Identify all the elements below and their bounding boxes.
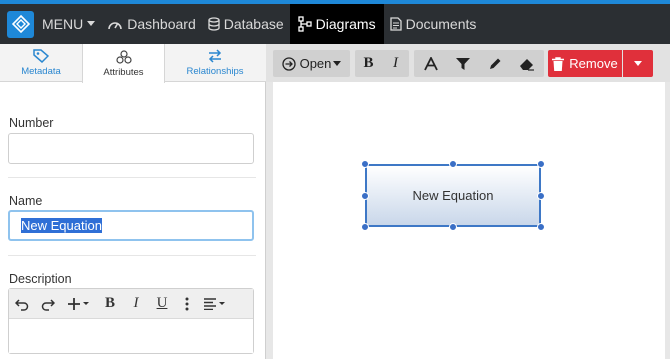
more-button[interactable]	[175, 289, 199, 319]
left-panel: Metadata Attributes Relationships Number…	[0, 44, 266, 359]
nav-diagrams-label: Diagrams	[315, 16, 376, 32]
logo-diamond-icon	[11, 15, 30, 33]
diagram-toolbar: Open B I Remove	[266, 44, 670, 82]
nav-database[interactable]: Database	[202, 4, 290, 44]
redo-button[interactable]	[35, 289, 61, 319]
undo-icon	[15, 298, 29, 311]
nav-documents[interactable]: Documents	[384, 4, 483, 44]
top-navbar: MENU Dashboard Database Diagrams Documen…	[0, 4, 670, 44]
insert-button[interactable]	[61, 289, 97, 319]
undo-button[interactable]	[9, 289, 35, 319]
logo[interactable]	[7, 10, 34, 38]
eraser-button[interactable]	[511, 57, 543, 71]
divider	[8, 255, 256, 256]
resize-handle[interactable]	[361, 192, 369, 200]
editor-toolbar: B I U	[9, 289, 253, 319]
name-input-value: New Equation	[21, 218, 102, 233]
pencil-icon	[490, 58, 501, 69]
text-button[interactable]	[415, 56, 447, 71]
bold-icon: B	[104, 295, 115, 311]
more-vertical-icon	[185, 297, 189, 310]
tab-relationships-label: Relationships	[186, 66, 244, 77]
pencil-button[interactable]	[479, 57, 511, 71]
text-icon	[424, 56, 438, 70]
diagram-icon	[298, 16, 312, 32]
tab-relationships[interactable]: Relationships	[165, 44, 265, 82]
insert-plus-icon	[68, 297, 89, 310]
diagram-area: Open B I Remove New Equation	[266, 44, 670, 359]
resize-handle[interactable]	[449, 223, 457, 231]
database-icon	[208, 17, 220, 31]
number-input[interactable]	[8, 133, 254, 164]
menu-label: MENU	[42, 16, 84, 32]
resize-handle[interactable]	[537, 223, 545, 231]
bold-icon[interactable]: B	[355, 55, 382, 72]
nav-database-label: Database	[223, 16, 284, 32]
open-button[interactable]: Open	[273, 50, 350, 77]
number-label: Number	[9, 116, 54, 130]
tab-metadata-label: Metadata	[21, 66, 61, 77]
divider	[8, 177, 256, 178]
nav-documents-label: Documents	[405, 16, 477, 32]
resize-handle[interactable]	[361, 223, 369, 231]
eraser-icon	[520, 58, 534, 71]
tag-icon	[33, 49, 49, 63]
italic-icon[interactable]: I	[382, 55, 409, 72]
panel-tabs: Metadata Attributes Relationships	[0, 44, 266, 83]
resize-handle[interactable]	[537, 192, 545, 200]
trash-icon	[552, 56, 565, 71]
caret-down-icon	[87, 21, 96, 26]
attributes-icon	[115, 49, 132, 64]
tab-metadata[interactable]: Metadata	[0, 44, 82, 82]
dashboard-icon	[108, 22, 123, 30]
open-circle-arrow-icon	[281, 56, 296, 71]
align-icon	[204, 297, 225, 310]
align-button[interactable]	[199, 289, 231, 319]
swap-arrows-icon	[208, 49, 222, 63]
italic-icon: I	[133, 295, 139, 311]
resize-handle[interactable]	[361, 160, 369, 168]
filter-button[interactable]	[447, 57, 479, 71]
document-icon	[389, 17, 402, 31]
nav-dashboard-label: Dashboard	[127, 16, 196, 32]
open-button-label: Open	[299, 56, 332, 71]
underline-button[interactable]: U	[149, 289, 175, 319]
nav-dashboard[interactable]: Dashboard	[101, 4, 202, 44]
description-editor: B I U	[8, 288, 254, 354]
menu-dropdown[interactable]: MENU	[36, 4, 101, 44]
description-editor-body[interactable]	[9, 319, 253, 353]
equation-shape-label: New Equation	[412, 188, 494, 203]
remove-button[interactable]: Remove	[548, 50, 622, 77]
redo-icon	[41, 298, 55, 311]
name-label: Name	[9, 194, 43, 208]
tab-attributes[interactable]: Attributes	[82, 44, 165, 83]
remove-dropdown-toggle[interactable]	[623, 50, 653, 77]
style-button-group	[414, 50, 544, 77]
remove-button-label: Remove	[569, 56, 618, 71]
description-label: Description	[9, 272, 72, 286]
equation-shape[interactable]: New Equation	[365, 164, 541, 227]
format-button-group: B I	[355, 50, 409, 77]
name-input[interactable]: New Equation	[8, 210, 254, 241]
resize-handle[interactable]	[537, 160, 545, 168]
underline-icon: U	[156, 295, 168, 311]
caret-down-icon	[333, 60, 342, 66]
caret-down-icon	[634, 60, 642, 66]
resize-handle[interactable]	[449, 160, 457, 168]
tab-attributes-label: Attributes	[103, 66, 144, 78]
italic-button[interactable]: I	[123, 289, 149, 319]
bold-button[interactable]: B	[97, 289, 123, 319]
nav-diagrams[interactable]: Diagrams	[289, 4, 384, 44]
filter-icon	[456, 57, 470, 70]
diagram-canvas[interactable]: New Equation	[273, 82, 665, 359]
